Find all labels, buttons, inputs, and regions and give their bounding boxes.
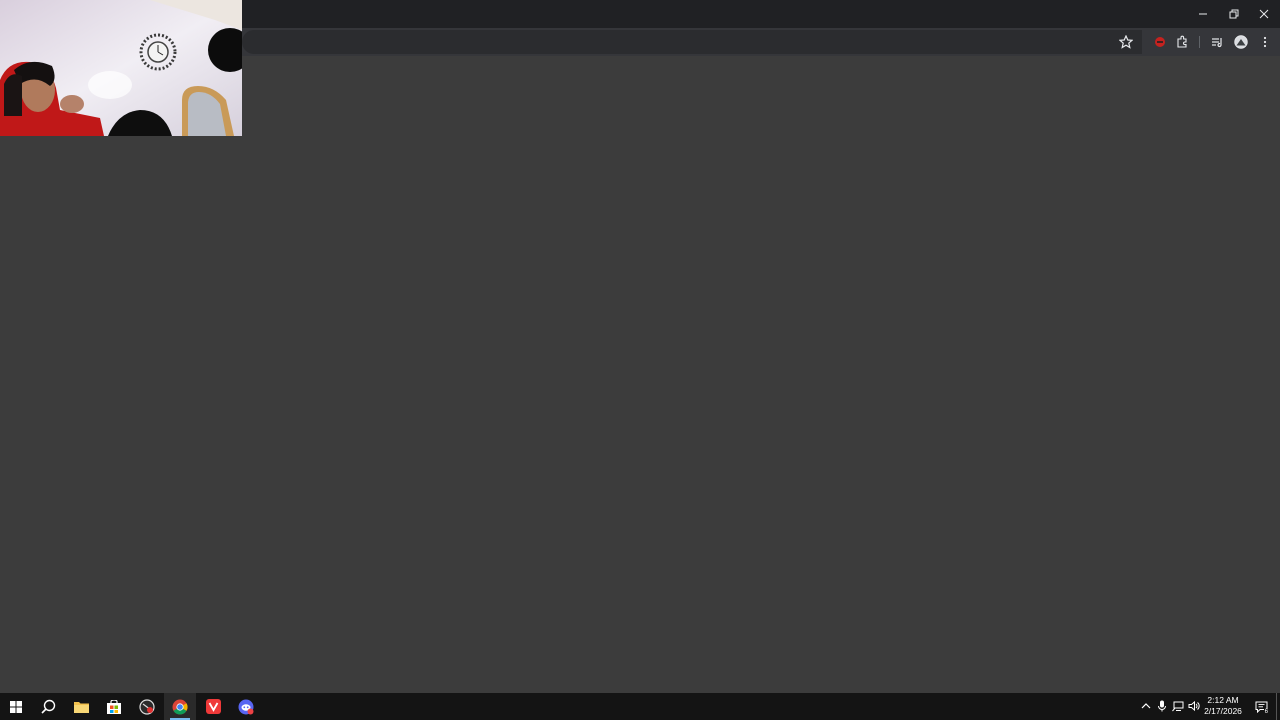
media-queue-icon[interactable]	[1207, 32, 1227, 52]
screen-recorder-icon	[139, 698, 155, 715]
search-icon	[40, 699, 55, 714]
taskbar-vivaldi[interactable]	[197, 693, 229, 720]
action-center-button[interactable]: 6	[1250, 693, 1272, 720]
bookmark-star-icon[interactable]	[1116, 32, 1136, 52]
windows-taskbar: 2:12 AM 2/17/2026 6	[0, 693, 1280, 720]
webcam-feed-image	[0, 0, 242, 136]
more-menu-icon[interactable]	[1255, 32, 1275, 52]
restore-button[interactable]	[1219, 0, 1249, 28]
address-bar[interactable]	[242, 30, 1142, 54]
file-explorer-icon	[73, 702, 89, 713]
taskbar-search-button[interactable]	[32, 693, 64, 720]
close-icon	[1259, 9, 1269, 19]
minimize-button[interactable]	[1188, 0, 1218, 28]
webcam-overlay	[0, 0, 242, 136]
vivaldi-icon	[205, 699, 221, 714]
close-button[interactable]	[1249, 0, 1279, 28]
taskbar-discord[interactable]	[230, 693, 262, 720]
profile-avatar-icon[interactable]	[1231, 32, 1251, 52]
start-icon	[10, 700, 22, 713]
microphone-icon[interactable]	[1155, 699, 1169, 713]
taskbar-store[interactable]	[98, 693, 130, 720]
toolbar-separator	[1199, 36, 1200, 48]
discord-icon	[238, 699, 254, 714]
blocker-extension-icon[interactable]	[1150, 32, 1170, 52]
show-desktop-button[interactable]	[1276, 693, 1280, 720]
taskbar-chrome[interactable]	[164, 693, 196, 720]
notification-count-badge: 6	[1263, 709, 1269, 716]
chrome-icon	[172, 699, 188, 715]
page-content	[0, 56, 1280, 693]
network-icon[interactable]	[1171, 699, 1185, 713]
screen: 2:12 AM 2/17/2026 6	[0, 0, 1280, 720]
minimize-icon	[1199, 13, 1207, 15]
clock-time: 2:12 AM	[1207, 695, 1239, 705]
start-button[interactable]	[0, 693, 32, 720]
store-icon	[107, 699, 121, 714]
clock-date: 2/17/2026	[1204, 706, 1242, 716]
taskbar-file-explorer[interactable]	[65, 693, 97, 720]
taskbar-clock[interactable]: 2:12 AM 2/17/2026	[1198, 695, 1248, 719]
tray-overflow-chevron-icon[interactable]	[1139, 699, 1153, 713]
restore-icon	[1229, 9, 1239, 19]
extensions-puzzle-icon[interactable]	[1172, 32, 1192, 52]
taskbar-screen-recorder[interactable]	[131, 693, 163, 720]
